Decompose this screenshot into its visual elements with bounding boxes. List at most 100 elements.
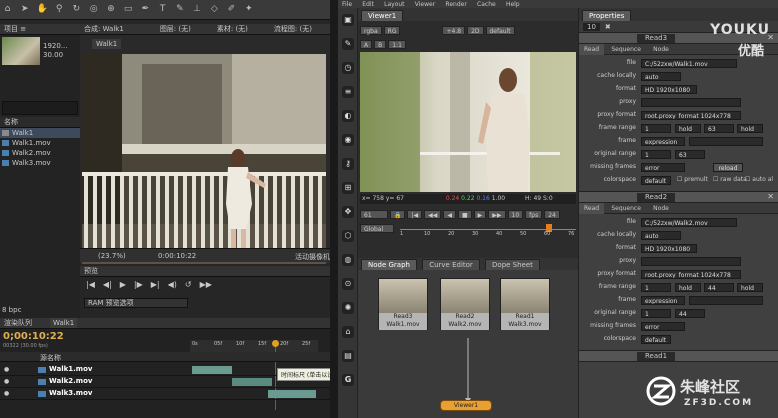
frame-range-end[interactable]: 63 [704,124,734,133]
bpc-indicator[interactable]: 8 bpc [2,306,21,314]
original-range-end[interactable]: 63 [675,150,705,159]
format-dropdown[interactable]: HD 1920x1080 [641,244,697,253]
timeline-layer[interactable]: ● Walk3.mov [0,388,330,400]
tab-node[interactable]: Node [648,44,674,55]
tab-read[interactable]: Read [579,44,605,55]
loop-icon[interactable]: ↺ [185,280,192,289]
3d-nodes-icon[interactable]: ⬡ [342,230,354,242]
input-b-dropdown[interactable]: B [374,39,387,49]
source-name-column[interactable]: 源名称 [40,353,61,363]
audio-icon[interactable]: ◀) [168,280,177,289]
close-icon[interactable]: ✕ [767,192,774,201]
proxy-field[interactable] [641,98,741,107]
frame-expression-field[interactable] [689,137,763,146]
tab-flowchart[interactable]: 流程图: (无) [274,24,312,34]
frame-range-end[interactable]: 44 [704,283,734,292]
colorspace-dropdown[interactable]: default [641,335,671,344]
tab-properties[interactable]: Properties [582,10,632,21]
frame-range-start[interactable]: 1 [641,283,671,292]
camera-dropdown[interactable]: 活动摄像机 [295,252,330,262]
first-frame-icon[interactable]: |◀ [407,209,423,219]
menu-file[interactable]: File [342,1,352,8]
layer-bar[interactable] [192,366,232,374]
prev-frame-icon[interactable]: ◀| [103,280,112,289]
tab-footage[interactable]: 素材: (无) [217,24,248,34]
project-item[interactable]: Walk2.mov [0,148,80,158]
read3-node[interactable]: Read3 Walk1.mov [378,278,428,330]
lock-icon[interactable]: 🔒 [390,209,406,219]
project-item[interactable]: Walk1 [0,128,80,138]
window-divider[interactable] [330,0,338,418]
cache-dropdown[interactable]: auto [641,231,681,240]
menu-help[interactable]: Help [506,1,520,8]
time-nodes-icon[interactable]: ◷ [342,62,354,74]
first-frame-icon[interactable]: |◀ [86,280,95,289]
project-tab-label[interactable]: 项目 ≡ [4,25,26,33]
zoom-dropdown[interactable]: (23.7%) [98,252,126,260]
frame-range-mode-after[interactable]: hold [737,283,763,292]
global-range-dropdown[interactable]: Global [360,224,394,233]
ram-preview-icon[interactable]: ▶▶ [200,280,212,289]
tab-sequence[interactable]: Sequence [606,44,646,55]
transform-nodes-icon[interactable]: ✥ [342,206,354,218]
format-dropdown[interactable]: HD 1920x1080 [641,85,697,94]
project-item[interactable]: Walk3.mov [0,158,80,168]
layer-name[interactable]: Walk1.mov [49,365,92,373]
timeline-ruler[interactable]: 0s 05f 10f 15f 20f 25f [190,340,318,352]
views-nodes-icon[interactable]: ◍ [342,254,354,266]
other-nodes-icon[interactable]: ▤ [342,350,354,362]
playhead-handle-icon[interactable] [272,340,279,347]
read3-name-field[interactable]: Read3 [637,34,676,43]
file-field[interactable]: C:/52zxw/Walk2.mov [641,218,737,227]
colorspace-dropdown[interactable]: default [641,176,671,185]
layer-name[interactable]: Walk2.mov [49,377,92,385]
frame-range-mode-after[interactable]: hold [737,124,763,133]
mask-tool-icon[interactable]: ▭ [123,4,134,15]
type-tool-icon[interactable]: T [157,4,168,15]
frame-range-mode[interactable]: hold [675,283,701,292]
menu-layout[interactable]: Layout [384,1,404,8]
view-mode-dropdown[interactable]: 2D [467,25,484,35]
frame-range-mode[interactable]: hold [675,124,701,133]
puppet-pin-icon[interactable]: ✦ [243,4,254,15]
missing-frames-dropdown[interactable]: error [641,322,685,331]
cache-dropdown[interactable]: auto [641,72,681,81]
tab-viewer1[interactable]: Viewer1 [361,10,404,21]
ram-preview-options-dropdown[interactable]: RAM 预览选项 [84,298,188,308]
zoom-dropdown[interactable]: 1:1 [388,39,406,49]
premult-checkbox[interactable]: ☐ premult [677,176,708,183]
play-icon[interactable]: ▶ [473,209,487,219]
frame-mode-dropdown[interactable]: expression [641,137,685,146]
prev-key-icon[interactable]: ◀◀ [424,209,442,219]
current-time-display[interactable]: 0:00:10:22 [158,252,196,260]
stop-icon[interactable]: ■ [457,209,472,219]
tab-sequence[interactable]: Sequence [606,203,646,214]
max-panels-field[interactable]: 10 [583,22,600,31]
home-icon[interactable]: ⌂ [2,4,13,15]
pen-tool-icon[interactable]: ✒ [140,4,151,15]
frame-step-field[interactable]: 10 [507,209,524,219]
metadata-nodes-icon[interactable]: ⊙ [342,278,354,290]
tab-composition[interactable]: 合成: Walk1 [84,24,124,34]
menu-edit[interactable]: Edit [362,1,374,8]
play-backward-icon[interactable]: ◀ [443,209,456,219]
viewer1-node[interactable]: Viewer1 [440,400,492,411]
missing-frames-dropdown[interactable]: error [641,163,685,172]
toolsets-icon[interactable]: ⌂ [342,326,354,338]
proxy-format-dropdown[interactable]: root.proxy_format 1024x778 [641,270,741,279]
fps-field[interactable]: 24 [544,209,560,219]
project-search-input[interactable] [2,101,78,115]
image-nodes-icon[interactable]: ▣ [342,14,354,26]
menu-viewer[interactable]: Viewer [415,1,435,8]
particles-nodes-icon[interactable]: ✺ [342,302,354,314]
draw-nodes-icon[interactable]: ✎ [342,38,354,50]
auto-alpha-checkbox[interactable]: ☐ auto al [745,176,773,183]
reload-button[interactable]: reload [713,163,743,172]
layer-bar[interactable] [268,390,316,398]
channel-set-dropdown[interactable]: rgba [360,25,382,35]
preview-tab[interactable]: 预览 [84,267,98,275]
eye-icon[interactable]: ● [4,378,9,385]
roto-brush-icon[interactable]: ✐ [226,4,237,15]
layer-name[interactable]: Walk3.mov [49,389,92,397]
comp-subtab-walk1[interactable]: Walk1 [92,39,122,49]
